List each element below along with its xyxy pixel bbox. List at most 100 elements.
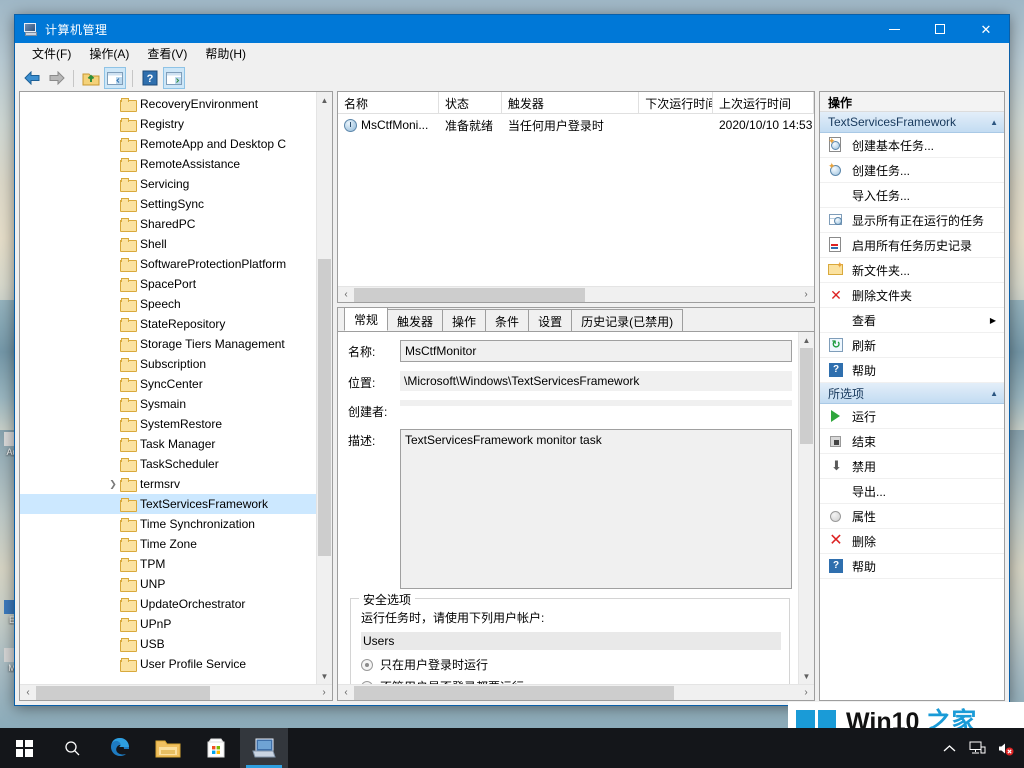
action-item-properties[interactable]: 属性 bbox=[820, 504, 1004, 529]
help-icon[interactable]: ? bbox=[139, 67, 161, 89]
back-arrow-icon[interactable] bbox=[21, 67, 43, 89]
tree-item-selected[interactable]: TextServicesFramework bbox=[20, 494, 316, 514]
file-explorer-button[interactable] bbox=[144, 728, 192, 768]
tab-5[interactable]: 历史记录(已禁用) bbox=[571, 309, 683, 331]
scroll-right-icon[interactable]: › bbox=[316, 687, 332, 698]
tab-2[interactable]: 操作 bbox=[442, 309, 486, 331]
action-item-create-basic-task[interactable]: ✦创建基本任务... bbox=[820, 133, 1004, 158]
column-header-last-run[interactable]: 上次运行时间 bbox=[713, 92, 814, 113]
tab-0[interactable]: 常规 bbox=[344, 307, 388, 331]
scroll-thumb[interactable] bbox=[354, 288, 585, 302]
tab-3[interactable]: 条件 bbox=[485, 309, 529, 331]
detail-horizontal-scrollbar[interactable]: ‹ › bbox=[338, 684, 814, 700]
action-item-create-task[interactable]: ✦创建任务... bbox=[820, 158, 1004, 183]
scroll-right-icon[interactable]: › bbox=[798, 289, 814, 300]
tree-item[interactable]: UPnP bbox=[20, 614, 316, 634]
tab-1[interactable]: 触发器 bbox=[387, 309, 443, 331]
radio-run-only-when-logged-on[interactable]: 只在用户登录时运行 bbox=[361, 656, 781, 673]
scroll-right-icon[interactable]: › bbox=[798, 687, 814, 698]
computer-management-button[interactable] bbox=[240, 728, 288, 768]
tree-item[interactable]: TPM bbox=[20, 554, 316, 574]
volume-muted-icon[interactable] bbox=[992, 728, 1018, 768]
action-item-enable-task-history[interactable]: 启用所有任务历史记录 bbox=[820, 233, 1004, 258]
tree-item[interactable]: RemoteAssistance bbox=[20, 154, 316, 174]
action-item-import-task[interactable]: 导入任务... bbox=[820, 183, 1004, 208]
forward-arrow-icon[interactable] bbox=[45, 67, 67, 89]
tree-horizontal-scrollbar[interactable]: ‹ › bbox=[20, 684, 332, 700]
tree-item[interactable]: Speech bbox=[20, 294, 316, 314]
tree-item[interactable]: Shell bbox=[20, 234, 316, 254]
tree-item[interactable]: SettingSync bbox=[20, 194, 316, 214]
column-header-trigger[interactable]: 触发器 bbox=[502, 92, 639, 113]
tree-item[interactable]: SoftwareProtectionPlatform bbox=[20, 254, 316, 274]
tree-item[interactable]: UNP bbox=[20, 574, 316, 594]
tree-item[interactable]: StateRepository bbox=[20, 314, 316, 334]
tree-vertical-scrollbar[interactable]: ▲ ▼ bbox=[316, 92, 332, 684]
tree-item[interactable]: RemoteApp and Desktop C bbox=[20, 134, 316, 154]
detail-vertical-scrollbar[interactable]: ▲ ▼ bbox=[798, 332, 814, 684]
tree-item[interactable]: TaskScheduler bbox=[20, 454, 316, 474]
maximize-button[interactable] bbox=[917, 15, 963, 43]
close-button[interactable]: ✕ bbox=[963, 15, 1009, 43]
chevron-up-icon[interactable]: ▲ bbox=[990, 389, 998, 398]
scroll-left-icon[interactable]: ‹ bbox=[20, 687, 36, 698]
tree-item[interactable]: RecoveryEnvironment bbox=[20, 94, 316, 114]
minimize-button[interactable] bbox=[871, 15, 917, 43]
search-button[interactable] bbox=[48, 728, 96, 768]
menu-help[interactable]: 帮助(H) bbox=[196, 43, 255, 64]
column-header-next-run[interactable]: 下次运行时间 bbox=[639, 92, 713, 113]
show-hide-tree-icon[interactable] bbox=[104, 67, 126, 89]
tree-item[interactable]: SharedPC bbox=[20, 214, 316, 234]
show-hide-action-pane-icon[interactable] bbox=[163, 67, 185, 89]
scroll-down-icon[interactable]: ▼ bbox=[799, 668, 814, 684]
up-folder-icon[interactable] bbox=[80, 67, 102, 89]
action-item-delete-folder[interactable]: ✕删除文件夹 bbox=[820, 283, 1004, 308]
tree-item[interactable]: ❯termsrv bbox=[20, 474, 316, 494]
scroll-up-icon[interactable]: ▲ bbox=[317, 92, 332, 108]
scroll-thumb[interactable] bbox=[36, 686, 210, 700]
scroll-thumb[interactable] bbox=[800, 348, 813, 444]
tree-item[interactable]: SystemRestore bbox=[20, 414, 316, 434]
tree-item[interactable]: Task Manager bbox=[20, 434, 316, 454]
network-icon[interactable] bbox=[964, 728, 990, 768]
tree-item[interactable]: Sysmain bbox=[20, 394, 316, 414]
action-item-end[interactable]: 结束 bbox=[820, 429, 1004, 454]
user-account-field[interactable]: Users bbox=[361, 632, 781, 650]
tree-item[interactable]: UpdateOrchestrator bbox=[20, 594, 316, 614]
tree-item[interactable]: SyncCenter bbox=[20, 374, 316, 394]
action-item-export[interactable]: 导出... bbox=[820, 479, 1004, 504]
table-row[interactable]: MsCtfMoni... 准备就绪 当任何用户登录时 2020/10/10 14… bbox=[338, 114, 814, 136]
chevron-right-icon[interactable]: ❯ bbox=[106, 477, 120, 491]
tree-item[interactable]: Time Zone bbox=[20, 534, 316, 554]
menu-view[interactable]: 查看(V) bbox=[138, 43, 196, 64]
action-item-refresh[interactable]: ↻刷新 bbox=[820, 333, 1004, 358]
tree-item[interactable]: USB bbox=[20, 634, 316, 654]
description-field[interactable]: TextServicesFramework monitor task bbox=[400, 429, 792, 589]
submenu-arrow-icon[interactable]: ▶ bbox=[990, 316, 1004, 325]
start-button[interactable] bbox=[0, 728, 48, 768]
tree-item[interactable]: Time Synchronization bbox=[20, 514, 316, 534]
tree-item[interactable]: SpacePort bbox=[20, 274, 316, 294]
scroll-up-icon[interactable]: ▲ bbox=[799, 332, 814, 348]
scroll-left-icon[interactable]: ‹ bbox=[338, 289, 354, 300]
menu-file[interactable]: 文件(F) bbox=[23, 43, 80, 64]
radio-run-whether-logged-on-or-not[interactable]: 不管用户是否登录都要运行 bbox=[361, 678, 781, 684]
edge-button[interactable] bbox=[96, 728, 144, 768]
actions-section-header[interactable]: 所选项▲ bbox=[820, 383, 1004, 404]
scroll-thumb[interactable] bbox=[318, 259, 331, 556]
action-item-help[interactable]: ?帮助 bbox=[820, 358, 1004, 383]
tree-item[interactable]: Servicing bbox=[20, 174, 316, 194]
action-item-delete[interactable]: ✕删除 bbox=[820, 529, 1004, 554]
store-button[interactable] bbox=[192, 728, 240, 768]
column-header-name[interactable]: 名称 bbox=[338, 92, 439, 113]
tree-item[interactable]: Storage Tiers Management bbox=[20, 334, 316, 354]
tree-item[interactable]: Subscription bbox=[20, 354, 316, 374]
console-tree[interactable]: RecoveryEnvironmentRegistryRemoteApp and… bbox=[20, 92, 316, 684]
action-item-help[interactable]: ?帮助 bbox=[820, 554, 1004, 579]
action-item-new-folder[interactable]: ✦新文件夹... bbox=[820, 258, 1004, 283]
chevron-up-icon[interactable]: ▲ bbox=[990, 118, 998, 127]
menu-action[interactable]: 操作(A) bbox=[80, 43, 138, 64]
tab-4[interactable]: 设置 bbox=[528, 309, 572, 331]
action-item-view[interactable]: 查看▶ bbox=[820, 308, 1004, 333]
column-header-status[interactable]: 状态 bbox=[439, 92, 502, 113]
